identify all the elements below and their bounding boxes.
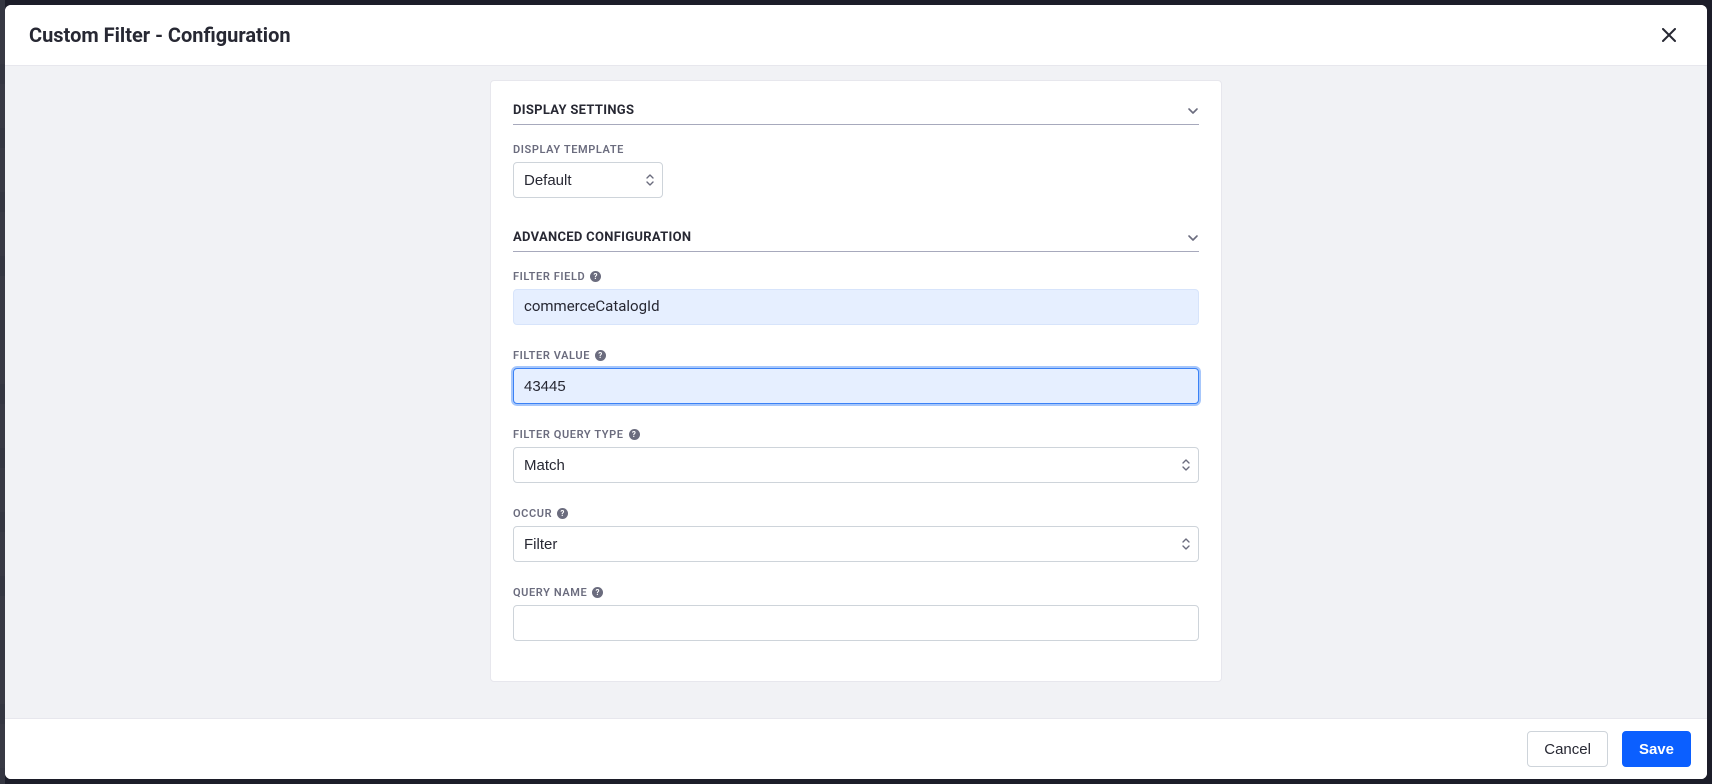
help-icon[interactable]: ? xyxy=(592,587,603,598)
section-body-advanced: FILTER FIELD ? commerceCatalogId FILTER … xyxy=(513,252,1199,641)
field-label: DISPLAY TEMPLATE xyxy=(513,143,1199,156)
cancel-button[interactable]: Cancel xyxy=(1527,731,1608,767)
field-filter-value: FILTER VALUE ? xyxy=(513,349,1199,404)
modal-header: Custom Filter - Configuration xyxy=(5,5,1707,66)
chevron-down-icon xyxy=(1187,105,1199,117)
field-occur: OCCUR ? Filter xyxy=(513,507,1199,562)
field-label: FILTER VALUE ? xyxy=(513,349,1199,362)
config-modal: Custom Filter - Configuration DISPLAY SE… xyxy=(5,5,1707,779)
occur-select-wrap: Filter xyxy=(513,526,1199,562)
save-button[interactable]: Save xyxy=(1622,731,1691,767)
field-filter-query-type: FILTER QUERY TYPE ? Match xyxy=(513,428,1199,483)
section-title: ADVANCED CONFIGURATION xyxy=(513,230,691,245)
field-label: FILTER QUERY TYPE ? xyxy=(513,428,1199,441)
chevron-down-icon xyxy=(1187,232,1199,244)
help-icon[interactable]: ? xyxy=(590,271,601,282)
field-label-text: QUERY NAME xyxy=(513,586,587,599)
field-label-text: OCCUR xyxy=(513,507,552,520)
field-label-text: FILTER QUERY TYPE xyxy=(513,428,624,441)
section-toggle-advanced-configuration[interactable]: ADVANCED CONFIGURATION xyxy=(513,230,1199,252)
close-icon xyxy=(1662,28,1676,42)
config-card: DISPLAY SETTINGS DISPLAY TEMPLATE Defaul xyxy=(490,80,1222,682)
field-filter-field: FILTER FIELD ? commerceCatalogId xyxy=(513,270,1199,325)
help-icon[interactable]: ? xyxy=(595,350,606,361)
field-label-text: FILTER VALUE xyxy=(513,349,590,362)
section-body-display-settings: DISPLAY TEMPLATE Default xyxy=(513,125,1199,198)
close-button[interactable] xyxy=(1655,21,1683,49)
field-label: OCCUR ? xyxy=(513,507,1199,520)
modal-body: DISPLAY SETTINGS DISPLAY TEMPLATE Defaul xyxy=(5,66,1707,718)
field-label-text: FILTER FIELD xyxy=(513,270,585,283)
query-name-input-wrap xyxy=(513,605,1199,641)
occur-select[interactable]: Filter xyxy=(513,526,1199,562)
section-title: DISPLAY SETTINGS xyxy=(513,103,634,118)
section-toggle-display-settings[interactable]: DISPLAY SETTINGS xyxy=(513,103,1199,125)
filter-query-type-select[interactable]: Match xyxy=(513,447,1199,483)
modal-title: Custom Filter - Configuration xyxy=(29,23,291,47)
filter-field-value[interactable]: commerceCatalogId xyxy=(513,289,1199,325)
field-query-name: QUERY NAME ? xyxy=(513,586,1199,641)
field-label: FILTER FIELD ? xyxy=(513,270,1199,283)
field-display-template: DISPLAY TEMPLATE Default xyxy=(513,143,1199,198)
display-template-select[interactable]: Default xyxy=(513,162,663,198)
help-icon[interactable]: ? xyxy=(629,429,640,440)
help-icon[interactable]: ? xyxy=(557,508,568,519)
filter-value-input-wrap xyxy=(513,368,1199,404)
filter-value-input[interactable] xyxy=(513,368,1199,404)
display-template-select-wrap: Default xyxy=(513,162,663,198)
field-label: QUERY NAME ? xyxy=(513,586,1199,599)
modal-scroll-area[interactable]: DISPLAY SETTINGS DISPLAY TEMPLATE Defaul xyxy=(5,66,1707,718)
filter-query-type-select-wrap: Match xyxy=(513,447,1199,483)
query-name-input[interactable] xyxy=(513,605,1199,641)
modal-footer: Cancel Save xyxy=(5,718,1707,779)
